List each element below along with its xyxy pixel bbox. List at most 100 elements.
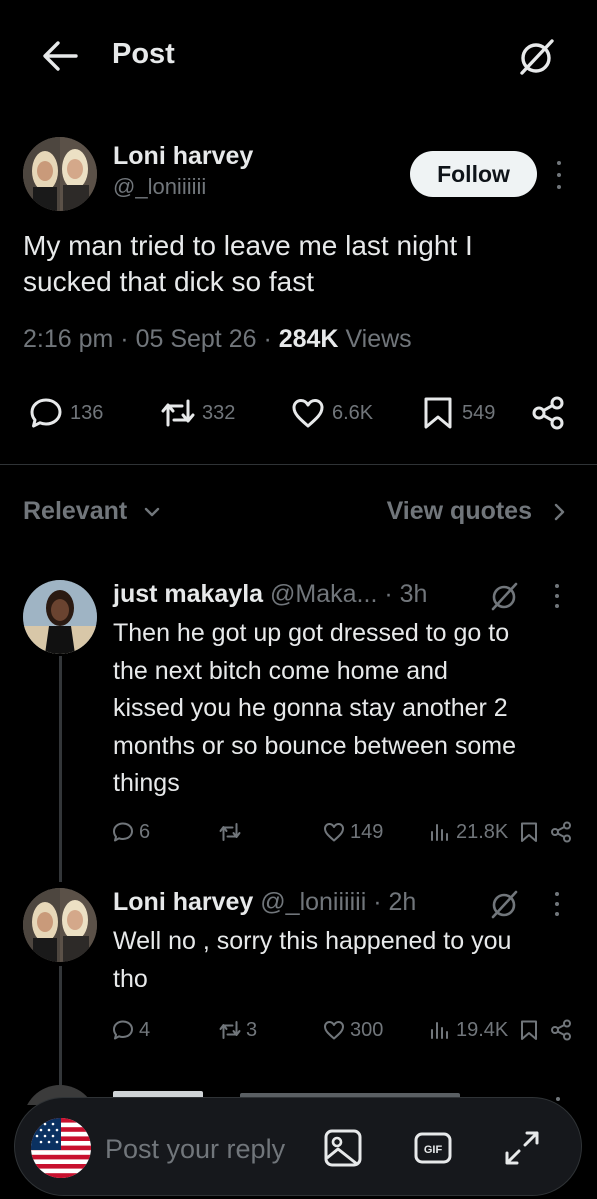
view-quotes-label: View quotes: [386, 497, 532, 525]
repost-button[interactable]: 332: [160, 393, 235, 433]
reply-text: Then he got up got dressed to go to the …: [113, 615, 573, 803]
repost-icon: [161, 399, 195, 427]
bookmark-icon: [521, 1020, 537, 1040]
section-divider: [0, 464, 597, 465]
repost-icon: [219, 823, 241, 841]
page-title: Post: [112, 38, 175, 70]
share-button[interactable]: [549, 818, 573, 846]
bookmark-button[interactable]: [517, 1016, 541, 1044]
heart-icon: [292, 399, 324, 428]
grok-icon: [491, 582, 518, 611]
expand-composer-button[interactable]: [502, 1128, 542, 1168]
thread-line: [59, 656, 62, 882]
reply-author-name[interactable]: just makayla: [113, 580, 263, 608]
speech-bubble-icon: [113, 1020, 133, 1040]
like-count: 6.6K: [332, 401, 374, 424]
share-button[interactable]: [530, 393, 566, 433]
follow-button[interactable]: Follow: [410, 151, 537, 197]
views-label: Views: [345, 325, 412, 353]
more-options-icon[interactable]: [552, 892, 562, 916]
reply-avatar[interactable]: [23, 580, 97, 654]
speech-bubble-icon: [30, 398, 62, 428]
like-button[interactable]: 6.6K: [290, 393, 373, 433]
share-icon: [532, 396, 564, 430]
reply-button[interactable]: 136: [28, 393, 103, 433]
like-button[interactable]: 300: [322, 1016, 383, 1044]
bar-chart-icon: [431, 1022, 448, 1039]
views-count: 19.4K: [456, 1018, 509, 1041]
post-text-line: sucked that dick so fast: [23, 266, 315, 297]
back-button[interactable]: [40, 38, 80, 74]
image-icon: [324, 1129, 362, 1167]
top-bar: Post: [0, 0, 597, 110]
avatar-photo: [23, 580, 97, 654]
chevron-right-icon: [554, 503, 565, 520]
add-gif-button[interactable]: GIF: [413, 1128, 453, 1168]
user-avatar[interactable]: [31, 1118, 91, 1178]
reply-author-name[interactable]: Loni harvey: [113, 888, 253, 916]
reply-text-line: things: [113, 769, 180, 797]
reply-header: Loni harvey @_loniiiiii · 2h: [113, 888, 416, 917]
author-avatar[interactable]: [23, 137, 97, 211]
reply-composer: Post your reply GIF: [14, 1097, 582, 1196]
like-count: 300: [350, 1018, 384, 1041]
repost-button[interactable]: 3: [218, 1016, 257, 1044]
more-options-icon[interactable]: [554, 161, 564, 189]
reply-input[interactable]: Post your reply: [105, 1134, 285, 1165]
author-name[interactable]: Loni harvey: [113, 142, 253, 171]
grok-button[interactable]: [515, 36, 557, 78]
view-quotes-link[interactable]: View quotes: [387, 497, 570, 526]
sort-dropdown[interactable]: Relevant: [23, 497, 163, 526]
reply-author-handle[interactable]: @_loniiiiii: [260, 888, 366, 916]
views-count: 21.8K: [456, 820, 509, 843]
bookmark-button[interactable]: [517, 818, 541, 846]
sort-label: Relevant: [23, 497, 128, 525]
reply-button[interactable]: 6: [111, 818, 150, 846]
add-image-button[interactable]: [323, 1128, 363, 1168]
post-time: 2:16 pm: [23, 325, 114, 353]
views-button[interactable]: 21.8K: [428, 818, 508, 846]
repost-button[interactable]: [218, 818, 246, 846]
author-handle[interactable]: @_loniiiiii: [113, 174, 206, 200]
post-text-line: My man tried to leave me last night I: [23, 230, 473, 261]
heart-icon: [324, 1021, 344, 1040]
reply-actions: 4 3 300 19.4K: [0, 1016, 597, 1044]
reply-text: Well no , sorry this happened to you tho: [113, 923, 573, 998]
bookmark-icon: [521, 822, 537, 842]
reply-text-line: Then he got up got dressed to go to: [113, 619, 510, 647]
repost-count: 332: [202, 401, 236, 424]
gif-icon: GIF: [414, 1132, 452, 1164]
share-icon: [551, 1019, 571, 1041]
views-button[interactable]: 19.4K: [428, 1016, 508, 1044]
grok-button[interactable]: [488, 580, 520, 612]
share-icon: [551, 821, 571, 843]
reply-text-line: months or so bounce between some: [113, 731, 517, 760]
reply-text-line: kissed you he gonna stay another 2: [113, 694, 508, 722]
avatar-photo: [23, 137, 97, 211]
reply-text-line: Well no , sorry this happened to you: [113, 927, 512, 955]
reply-count: 136: [70, 401, 104, 424]
more-options-icon[interactable]: [552, 584, 562, 608]
views-count[interactable]: 284K: [279, 325, 339, 353]
bookmark-button[interactable]: 549: [420, 393, 495, 433]
arrow-left-icon: [43, 41, 78, 71]
reply-avatar[interactable]: [23, 888, 97, 962]
bookmark-count: 549: [462, 401, 496, 424]
share-button[interactable]: [549, 1016, 573, 1044]
expand-icon: [505, 1131, 539, 1165]
repost-count: 3: [246, 1018, 258, 1041]
post-actions: 136 332 6.6K 549: [0, 393, 597, 433]
chevron-down-icon: [145, 507, 160, 516]
like-button[interactable]: 149: [322, 818, 383, 846]
bookmark-icon: [424, 397, 452, 429]
grok-button[interactable]: [488, 888, 520, 920]
reply-count: 4: [139, 1018, 151, 1041]
reply-time: · 3h: [384, 580, 428, 608]
reply-author-handle[interactable]: @Maka...: [270, 580, 377, 608]
grok-icon: [520, 39, 554, 75]
reply-button[interactable]: 4: [111, 1016, 150, 1044]
post-text: My man tried to leave me last night I su…: [23, 228, 573, 300]
bar-chart-icon: [431, 824, 448, 841]
reply-count: 6: [139, 820, 151, 843]
reply-actions: 6 149 21.8K: [0, 818, 597, 846]
